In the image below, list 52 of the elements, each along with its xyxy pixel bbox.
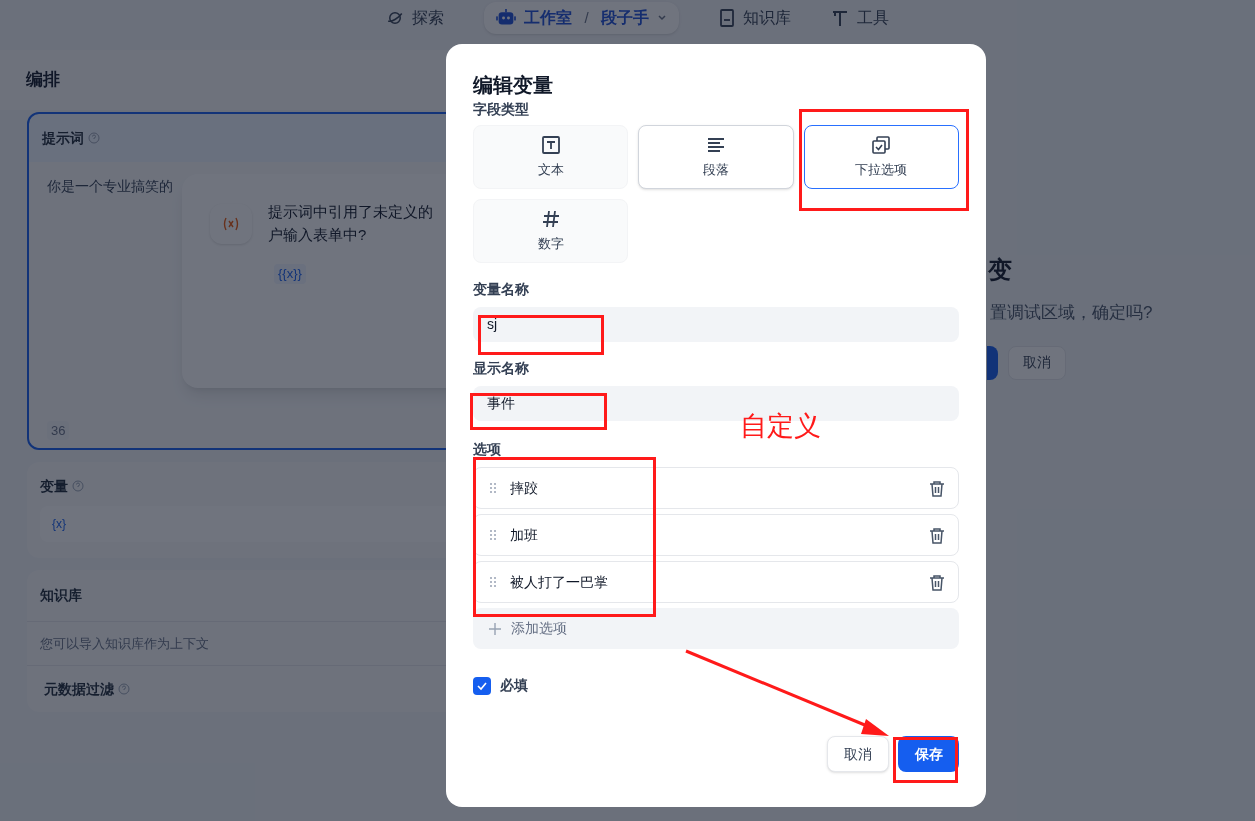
- variable-glyph-icon: [222, 217, 240, 231]
- field-label: 字段类型: [473, 100, 530, 119]
- dialog-title: 编辑变量: [473, 73, 554, 98]
- field-label: 显示名称: [473, 359, 530, 378]
- field-type-option[interactable]: 下拉选项: [803, 125, 959, 189]
- breadcrumb-separator: /: [584, 7, 589, 28]
- confirm-title: 变: [988, 255, 1013, 285]
- prompt-text: 你是一个专业搞笑的: [47, 178, 173, 194]
- metadata-filter-label: 元数据过滤: [44, 679, 114, 699]
- trash-icon[interactable]: [929, 526, 945, 544]
- plus-icon: [489, 622, 501, 635]
- confirm-button[interactable]: [987, 345, 998, 380]
- checkbox[interactable]: [473, 676, 491, 695]
- hash-icon: [540, 208, 561, 229]
- save-button[interactable]: 保存: [898, 736, 959, 772]
- drag-handle-icon: [489, 576, 497, 588]
- add-option-button[interactable]: 添加选项: [473, 608, 959, 649]
- checked-layers-icon: [871, 134, 892, 155]
- confirm-message: 置调试区域，确定吗?: [990, 302, 1154, 324]
- cancel-button[interactable]: 取消: [827, 736, 889, 772]
- option-row[interactable]: 被人打了一巴掌: [473, 561, 959, 603]
- field-type-option[interactable]: 文本: [473, 125, 629, 189]
- drag-handle-icon: [489, 529, 497, 541]
- section-title: 编排: [26, 69, 60, 92]
- prompt-title: 提示词: [42, 128, 84, 148]
- drag-handle-icon: [489, 482, 497, 494]
- knowledge-title: 知识库: [40, 586, 82, 605]
- help-icon: [118, 683, 130, 695]
- help-icon: [72, 480, 84, 492]
- field-type-option[interactable]: 段落: [638, 125, 794, 189]
- trash-icon[interactable]: [929, 573, 945, 591]
- chevron-down-icon: [656, 13, 667, 23]
- variable-symbol: {x}: [52, 516, 66, 533]
- trash-icon[interactable]: [929, 479, 945, 497]
- robot-icon: [496, 9, 517, 27]
- field-label: 选项: [473, 440, 502, 459]
- planet-icon: [386, 9, 405, 27]
- help-icon: [88, 132, 100, 144]
- text-input[interactable]: sj: [473, 307, 959, 342]
- book-icon: [718, 9, 735, 27]
- popup-message-line: 户输入表单中?: [268, 225, 368, 245]
- text-type-icon: [540, 134, 561, 155]
- highlight-frame: [893, 737, 958, 783]
- variable-tag: {{x}}: [274, 264, 306, 284]
- field-label: 变量名称: [473, 280, 530, 299]
- checkbox-label: 必填: [500, 676, 528, 695]
- popup-message-line: 提示词中引用了未定义的: [268, 202, 433, 222]
- variables-title: 变量: [40, 476, 68, 496]
- option-row[interactable]: 摔跤: [473, 467, 959, 509]
- field-type-option[interactable]: 数字: [473, 199, 629, 263]
- option-row[interactable]: 加班: [473, 514, 959, 556]
- hammer-icon: [830, 9, 849, 27]
